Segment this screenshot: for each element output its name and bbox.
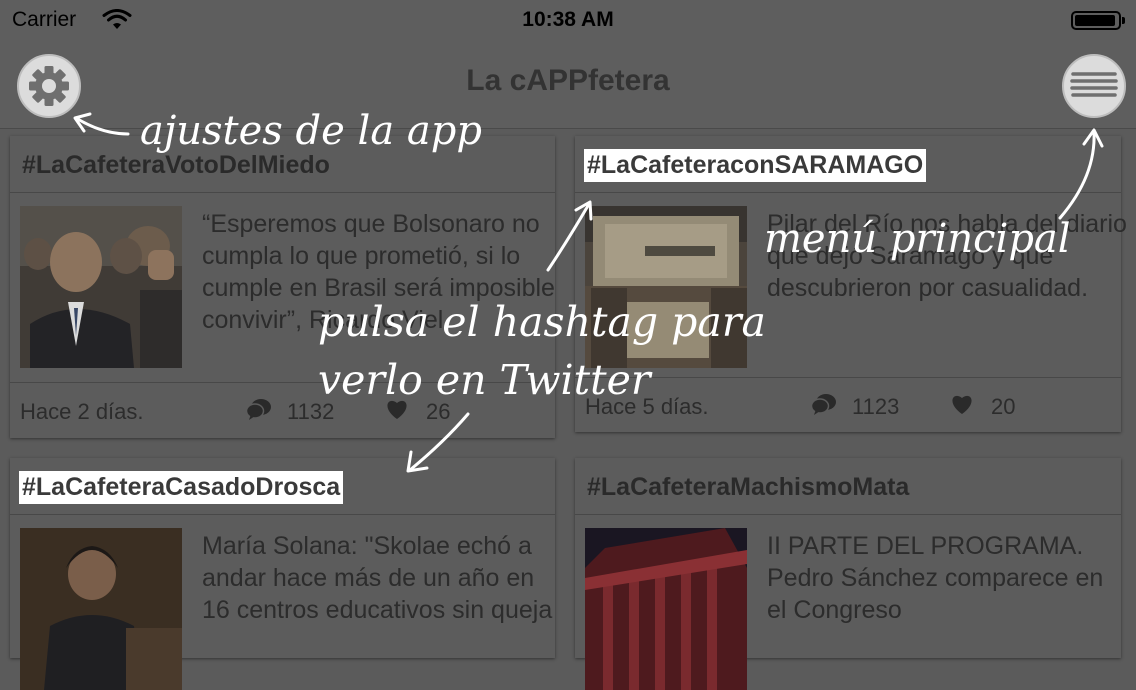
menu-annotation: menú principal: [764, 216, 1071, 262]
status-bar: Carrier 10:38 AM: [0, 0, 1136, 40]
comment-icon[interactable]: [246, 397, 272, 421]
app-title: La cAPPfetera: [466, 64, 670, 97]
comment-count: 1123: [852, 394, 900, 419]
settings-annotation: ajustes de la app: [140, 108, 482, 154]
hashtag-link[interactable]: #LaCafeteraconSARAMAGO: [584, 149, 927, 182]
like-count: 20: [991, 394, 1016, 419]
news-card: #LaCafeteraCasadoDrosca María Solana: "S…: [10, 458, 555, 690]
card-header: #LaCafeteraconSARAMAGO: [575, 136, 1121, 193]
hamburger-menu-icon: [1070, 72, 1118, 97]
battery-icon: [1071, 11, 1125, 30]
gear-icon: [29, 66, 69, 106]
status-time: 10:38 AM: [522, 8, 614, 31]
card-header: #LaCafeteraCasadoDrosca: [10, 458, 555, 515]
news-card: #LaCafeteraconSARAMAGO Pilar del Río nos…: [575, 136, 1127, 434]
main-menu-button[interactable]: [1062, 54, 1126, 118]
card-footer: Hace 5 días. 1123 20: [575, 377, 1121, 434]
settings-button[interactable]: [17, 54, 81, 118]
news-excerpt[interactable]: María Solana: "Skolae echó a andar hace …: [202, 530, 562, 626]
card-header: #LaCafeteraMachismoMata: [575, 458, 1121, 515]
hashtag-annotation-line1: pulsa el hashtag para: [318, 298, 766, 346]
hashtag-annotation-line2: verlo en Twitter: [318, 356, 651, 404]
heart-icon[interactable]: [949, 392, 975, 416]
hashtag-link[interactable]: #LaCafeteraMachismoMata: [584, 471, 912, 504]
news-excerpt[interactable]: II PARTE DEL PROGRAMA. Pedro Sánchez com…: [767, 530, 1127, 626]
post-date: Hace 2 días.: [20, 399, 144, 424]
news-card: #LaCafeteraMachismoMata II PARTE DEL PRO…: [575, 458, 1121, 690]
news-thumbnail-image[interactable]: [585, 528, 747, 690]
news-thumbnail-image[interactable]: [20, 206, 182, 368]
comment-icon[interactable]: [811, 392, 837, 416]
news-thumbnail-image[interactable]: [20, 528, 182, 690]
hashtag-link[interactable]: #LaCafeteraCasadoDrosca: [19, 471, 344, 504]
